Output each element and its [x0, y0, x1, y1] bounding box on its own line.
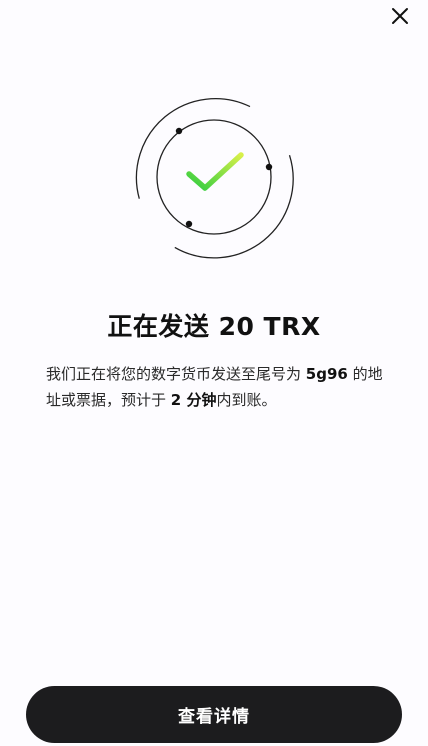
orbit-dot — [185, 220, 193, 228]
close-icon — [392, 8, 408, 24]
eta-value: 2 分钟 — [170, 391, 217, 409]
page-title: 正在发送 20 TRX — [107, 312, 321, 341]
address-suffix: 5g96 — [305, 365, 348, 383]
orbit-dot — [175, 127, 183, 135]
check-mark — [186, 152, 244, 191]
status-description: 我们正在将您的数字货币发送至尾号为 5g96 的地址或票据，预计于 2 分钟内到… — [46, 361, 386, 413]
desc-text-1: 我们正在将您的数字货币发送至尾号为 — [46, 365, 306, 383]
desc-text-3: 内到账。 — [216, 391, 277, 409]
orbit-dot — [265, 163, 273, 171]
outer-arc-top — [135, 97, 251, 199]
success-illustration — [121, 84, 307, 270]
success-checkmark-icon — [135, 97, 294, 259]
view-details-button[interactable]: 查看详情 — [26, 686, 402, 743]
close-button[interactable] — [386, 2, 414, 30]
outer-arc-bottom — [174, 155, 294, 259]
